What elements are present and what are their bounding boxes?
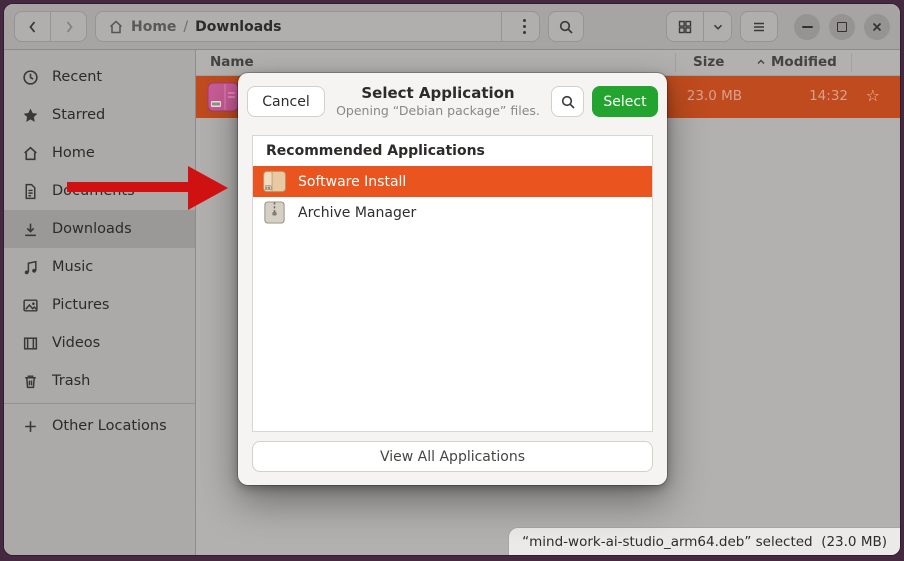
sidebar-item-videos[interactable]: Videos [4, 324, 195, 362]
sidebar-item-music[interactable]: Music [4, 248, 195, 286]
document-icon [22, 183, 39, 200]
picture-icon [22, 297, 39, 314]
titlebar: Home / Downloads [4, 4, 900, 50]
minimize-icon [802, 26, 813, 28]
sidebar-item-trash[interactable]: Trash [4, 362, 195, 400]
sort-ascending-icon [756, 57, 766, 67]
sidebar-label: Other Locations [52, 418, 167, 434]
app-name: Archive Manager [298, 205, 416, 221]
sidebar-label: Recent [52, 69, 102, 85]
dialog-search-button[interactable] [551, 86, 584, 117]
sidebar-item-home[interactable]: Home [4, 134, 195, 172]
plus-icon [22, 418, 39, 435]
sidebar-label: Pictures [52, 297, 109, 313]
maximize-icon [837, 22, 847, 32]
archive-manager-icon [262, 200, 287, 225]
sidebar-label: Starred [52, 107, 105, 123]
view-options-button[interactable] [703, 11, 732, 42]
hamburger-menu-icon [751, 19, 767, 35]
main-menu-button[interactable] [740, 11, 778, 42]
maximize-button[interactable] [829, 14, 855, 40]
search-icon [560, 94, 576, 110]
sidebar-item-starred[interactable]: Starred [4, 96, 195, 134]
chevron-down-icon [711, 20, 725, 34]
status-bar: “mind-work-ai-studio_arm64.deb” selected… [508, 527, 900, 555]
application-list: Recommended Applications Software Instal… [252, 135, 653, 432]
dialog-title: Select Application [333, 84, 543, 103]
forward-button[interactable] [50, 11, 87, 42]
search-icon [558, 19, 574, 35]
select-application-dialog: Cancel Select Application Opening “Debia… [238, 73, 667, 485]
download-icon [22, 221, 39, 238]
column-header-modified[interactable]: Modified [756, 54, 837, 70]
film-icon [22, 335, 39, 352]
kebab-menu-icon [523, 19, 526, 34]
search-button[interactable] [548, 11, 584, 42]
minimize-button[interactable] [794, 14, 820, 40]
dialog-header: Cancel Select Application Opening “Debia… [238, 73, 667, 130]
pathbar-divider [501, 12, 502, 41]
arrow-shaft [67, 182, 190, 192]
column-divider [851, 53, 852, 72]
chevron-left-icon [25, 19, 41, 35]
sidebar-item-recent[interactable]: Recent [4, 58, 195, 96]
recommended-section-header: Recommended Applications [253, 136, 652, 166]
music-note-icon [22, 259, 39, 276]
desktop-background: Home / Downloads [0, 0, 904, 561]
star-icon [22, 107, 39, 124]
trash-icon [22, 373, 39, 390]
status-text: “mind-work-ai-studio_arm64.deb” selected… [522, 534, 887, 550]
sidebar-item-pictures[interactable]: Pictures [4, 286, 195, 324]
file-size: 23.0 MB [687, 88, 742, 104]
column-divider [675, 53, 676, 72]
grid-view-icon [677, 19, 693, 35]
home-icon [108, 19, 124, 35]
window-controls [794, 14, 890, 40]
chevron-right-icon [61, 19, 77, 35]
app-row-archive-manager[interactable]: Archive Manager [253, 197, 652, 228]
back-button[interactable] [14, 11, 51, 42]
sidebar-label: Trash [52, 373, 90, 389]
sidebar-label: Videos [52, 335, 100, 351]
grid-view-button[interactable] [666, 11, 704, 42]
close-icon [871, 21, 883, 33]
home-icon [22, 145, 39, 162]
sidebar-label: Home [52, 145, 95, 161]
close-button[interactable] [864, 14, 890, 40]
view-all-applications-button[interactable]: View All Applications [252, 441, 653, 472]
column-header-name[interactable]: Name [210, 54, 254, 70]
star-toggle-icon[interactable]: ☆ [866, 86, 880, 105]
nav-button-group [14, 11, 87, 42]
sidebar-item-other-locations[interactable]: Other Locations [4, 407, 195, 445]
sidebar-label: Music [52, 259, 93, 275]
cancel-button[interactable]: Cancel [247, 86, 325, 117]
dialog-subtitle: Opening “Debian package” files. [333, 103, 543, 119]
view-toggle-group [666, 11, 732, 42]
sidebar: Recent Starred Home Documents Downloads [4, 50, 196, 555]
breadcrumb-current[interactable]: Downloads [195, 19, 281, 35]
clock-icon [22, 69, 39, 86]
breadcrumb[interactable]: Home / Downloads [95, 11, 540, 42]
arrow-head [188, 166, 228, 210]
breadcrumb-home[interactable]: Home [131, 19, 176, 35]
column-header-size[interactable]: Size [693, 54, 724, 70]
file-modified-time: 14:32 [809, 88, 848, 104]
breadcrumb-separator: / [183, 19, 188, 35]
app-name: Software Install [298, 174, 406, 190]
sidebar-separator [4, 403, 195, 404]
sidebar-item-downloads[interactable]: Downloads [4, 210, 195, 248]
select-button[interactable]: Select [592, 86, 658, 117]
sidebar-label: Downloads [52, 221, 132, 237]
dialog-title-block: Select Application Opening “Debian packa… [333, 84, 543, 118]
software-install-icon [262, 169, 287, 194]
path-menu-button[interactable] [509, 12, 539, 41]
deb-package-icon [206, 80, 240, 118]
app-row-software-install[interactable]: Software Install [253, 166, 652, 197]
